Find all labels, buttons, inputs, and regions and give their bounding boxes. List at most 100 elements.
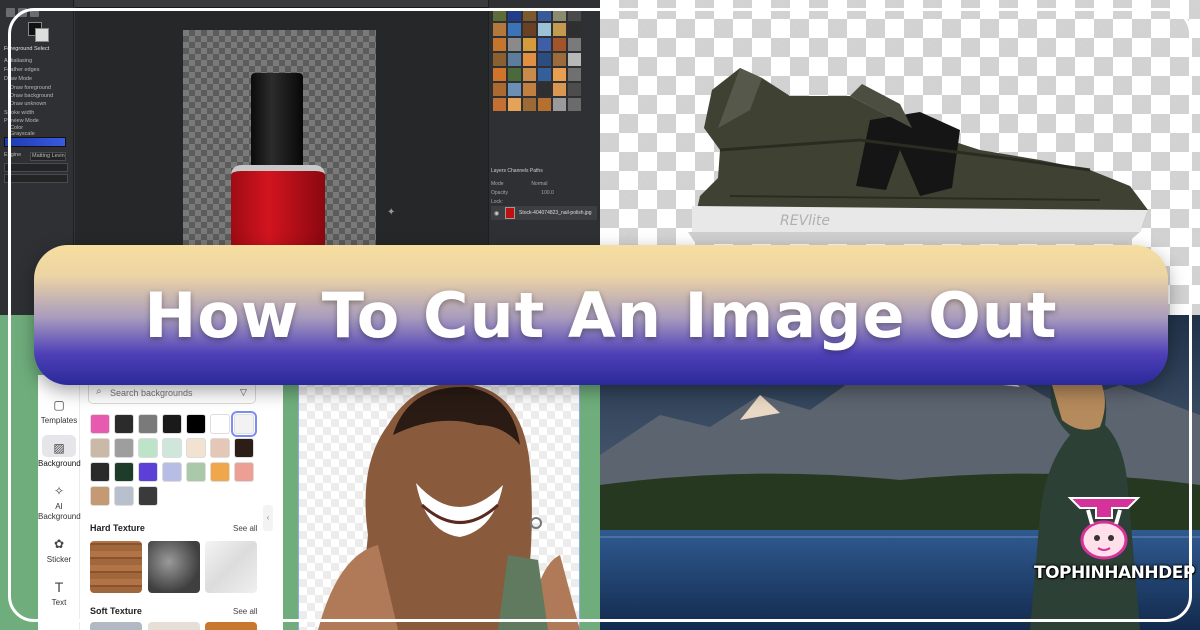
- pattern-swatch[interactable]: [508, 83, 521, 96]
- color-swatch[interactable]: [162, 462, 182, 482]
- collapse-panel-button[interactable]: ‹: [263, 505, 273, 531]
- option-stroke-width[interactable]: Stroke width: [4, 110, 34, 116]
- pattern-swatch[interactable]: [553, 8, 566, 21]
- option-draw-unknown[interactable]: Draw unknown: [10, 101, 46, 107]
- pattern-swatch[interactable]: [523, 23, 536, 36]
- pattern-swatch[interactable]: [523, 53, 536, 66]
- color-swatch[interactable]: [162, 414, 182, 434]
- color-swatch[interactable]: [90, 438, 110, 458]
- template-icon: ▢: [53, 398, 65, 412]
- texture-marble[interactable]: [205, 541, 257, 593]
- rail-item-text[interactable]: T Text: [38, 580, 80, 607]
- search-input[interactable]: [110, 383, 238, 403]
- option-antialiasing[interactable]: Antialiasing: [4, 58, 32, 64]
- pattern-swatch[interactable]: [538, 68, 551, 81]
- pattern-swatch[interactable]: [508, 38, 521, 51]
- visibility-eye-icon[interactable]: ◉: [494, 210, 499, 217]
- pattern-swatch[interactable]: [538, 8, 551, 21]
- rail-item-templates[interactable]: ▢ Templates: [38, 398, 80, 425]
- texture-wood[interactable]: [90, 541, 142, 593]
- pattern-swatch[interactable]: [538, 53, 551, 66]
- pattern-swatch[interactable]: [508, 53, 521, 66]
- pattern-swatch[interactable]: [508, 98, 521, 111]
- layers-tabs[interactable]: Layers Channels Paths: [491, 168, 543, 174]
- pattern-swatch[interactable]: [568, 98, 581, 111]
- option-slider-2[interactable]: [4, 174, 68, 183]
- color-swatch[interactable]: [90, 414, 110, 434]
- color-swatch[interactable]: [210, 462, 230, 482]
- option-feather-edges[interactable]: Feather edges: [4, 67, 39, 73]
- rail-item-background[interactable]: ▨ Background: [38, 441, 81, 468]
- pattern-swatch[interactable]: [493, 68, 506, 81]
- pattern-swatch[interactable]: [523, 38, 536, 51]
- color-swatch[interactable]: [114, 486, 134, 506]
- color-swatch[interactable]: [90, 462, 110, 482]
- color-swatch[interactable]: [186, 438, 206, 458]
- pattern-swatch[interactable]: [493, 23, 506, 36]
- layer-opacity[interactable]: Opacity 100.0: [491, 190, 554, 196]
- pattern-swatch[interactable]: [538, 23, 551, 36]
- color-swatch[interactable]: [162, 438, 182, 458]
- pattern-swatch[interactable]: [538, 38, 551, 51]
- pattern-swatch[interactable]: [568, 83, 581, 96]
- layer-mode[interactable]: Mode Normal: [491, 181, 547, 187]
- pattern-swatch[interactable]: [568, 53, 581, 66]
- rail-item-ai-background[interactable]: ✧ AI Background: [38, 484, 81, 522]
- color-swatch[interactable]: [114, 438, 134, 458]
- color-swatch[interactable]: [234, 462, 254, 482]
- pattern-swatch[interactable]: [568, 38, 581, 51]
- preview-color-bar[interactable]: [4, 137, 66, 147]
- soft-texture-see-all-link[interactable]: See all: [233, 607, 257, 616]
- soft-texture-swatch[interactable]: [205, 622, 257, 630]
- color-swatch[interactable]: [231, 411, 257, 437]
- pattern-swatch[interactable]: [523, 8, 536, 21]
- pattern-swatch[interactable]: [493, 38, 506, 51]
- pattern-swatch[interactable]: [568, 23, 581, 36]
- pattern-swatch[interactable]: [493, 83, 506, 96]
- color-swatch[interactable]: [138, 414, 158, 434]
- pattern-swatch[interactable]: [538, 83, 551, 96]
- soft-texture-swatch[interactable]: [148, 622, 200, 630]
- color-swatch[interactable]: [210, 438, 230, 458]
- pattern-swatch[interactable]: [553, 98, 566, 111]
- soft-texture-title: Soft Texture: [90, 606, 142, 616]
- texture-concrete[interactable]: [148, 541, 200, 593]
- color-swatch[interactable]: [114, 414, 134, 434]
- pattern-swatch[interactable]: [523, 98, 536, 111]
- move-tool-icon[interactable]: [6, 8, 15, 17]
- pattern-swatch[interactable]: [508, 8, 521, 21]
- pattern-swatch[interactable]: [493, 53, 506, 66]
- color-swatch[interactable]: [186, 414, 206, 434]
- pattern-swatch[interactable]: [493, 8, 506, 21]
- pattern-swatch[interactable]: [493, 98, 506, 111]
- option-slider-1[interactable]: [4, 163, 68, 172]
- color-swatch[interactable]: [138, 462, 158, 482]
- pattern-swatch[interactable]: [568, 68, 581, 81]
- select-tool-icon[interactable]: [18, 8, 27, 17]
- color-swatch[interactable]: [90, 486, 110, 506]
- pattern-swatch[interactable]: [553, 38, 566, 51]
- option-draw-background[interactable]: Draw background: [10, 93, 53, 99]
- filter-icon[interactable]: ▽: [240, 387, 247, 398]
- rail-item-sticker[interactable]: ✿ Sticker: [38, 537, 80, 564]
- pattern-swatch[interactable]: [553, 53, 566, 66]
- pattern-swatch[interactable]: [568, 8, 581, 21]
- pattern-swatch[interactable]: [523, 83, 536, 96]
- option-draw-foreground[interactable]: Draw foreground: [10, 85, 51, 91]
- pattern-swatch[interactable]: [508, 68, 521, 81]
- color-swatch[interactable]: [138, 486, 158, 506]
- pattern-swatch[interactable]: [553, 68, 566, 81]
- color-swatch[interactable]: [234, 438, 254, 458]
- pattern-swatch[interactable]: [553, 23, 566, 36]
- soft-texture-swatch[interactable]: [90, 622, 142, 630]
- crop-tool-icon[interactable]: [30, 8, 39, 17]
- pattern-swatch[interactable]: [553, 83, 566, 96]
- color-swatch[interactable]: [186, 462, 206, 482]
- color-swatch[interactable]: [210, 414, 230, 434]
- color-swatch[interactable]: [138, 438, 158, 458]
- pattern-swatch[interactable]: [508, 23, 521, 36]
- color-swatch[interactable]: [114, 462, 134, 482]
- pattern-swatch[interactable]: [538, 98, 551, 111]
- pattern-swatch[interactable]: [523, 68, 536, 81]
- hard-texture-see-all-link[interactable]: See all: [233, 524, 257, 533]
